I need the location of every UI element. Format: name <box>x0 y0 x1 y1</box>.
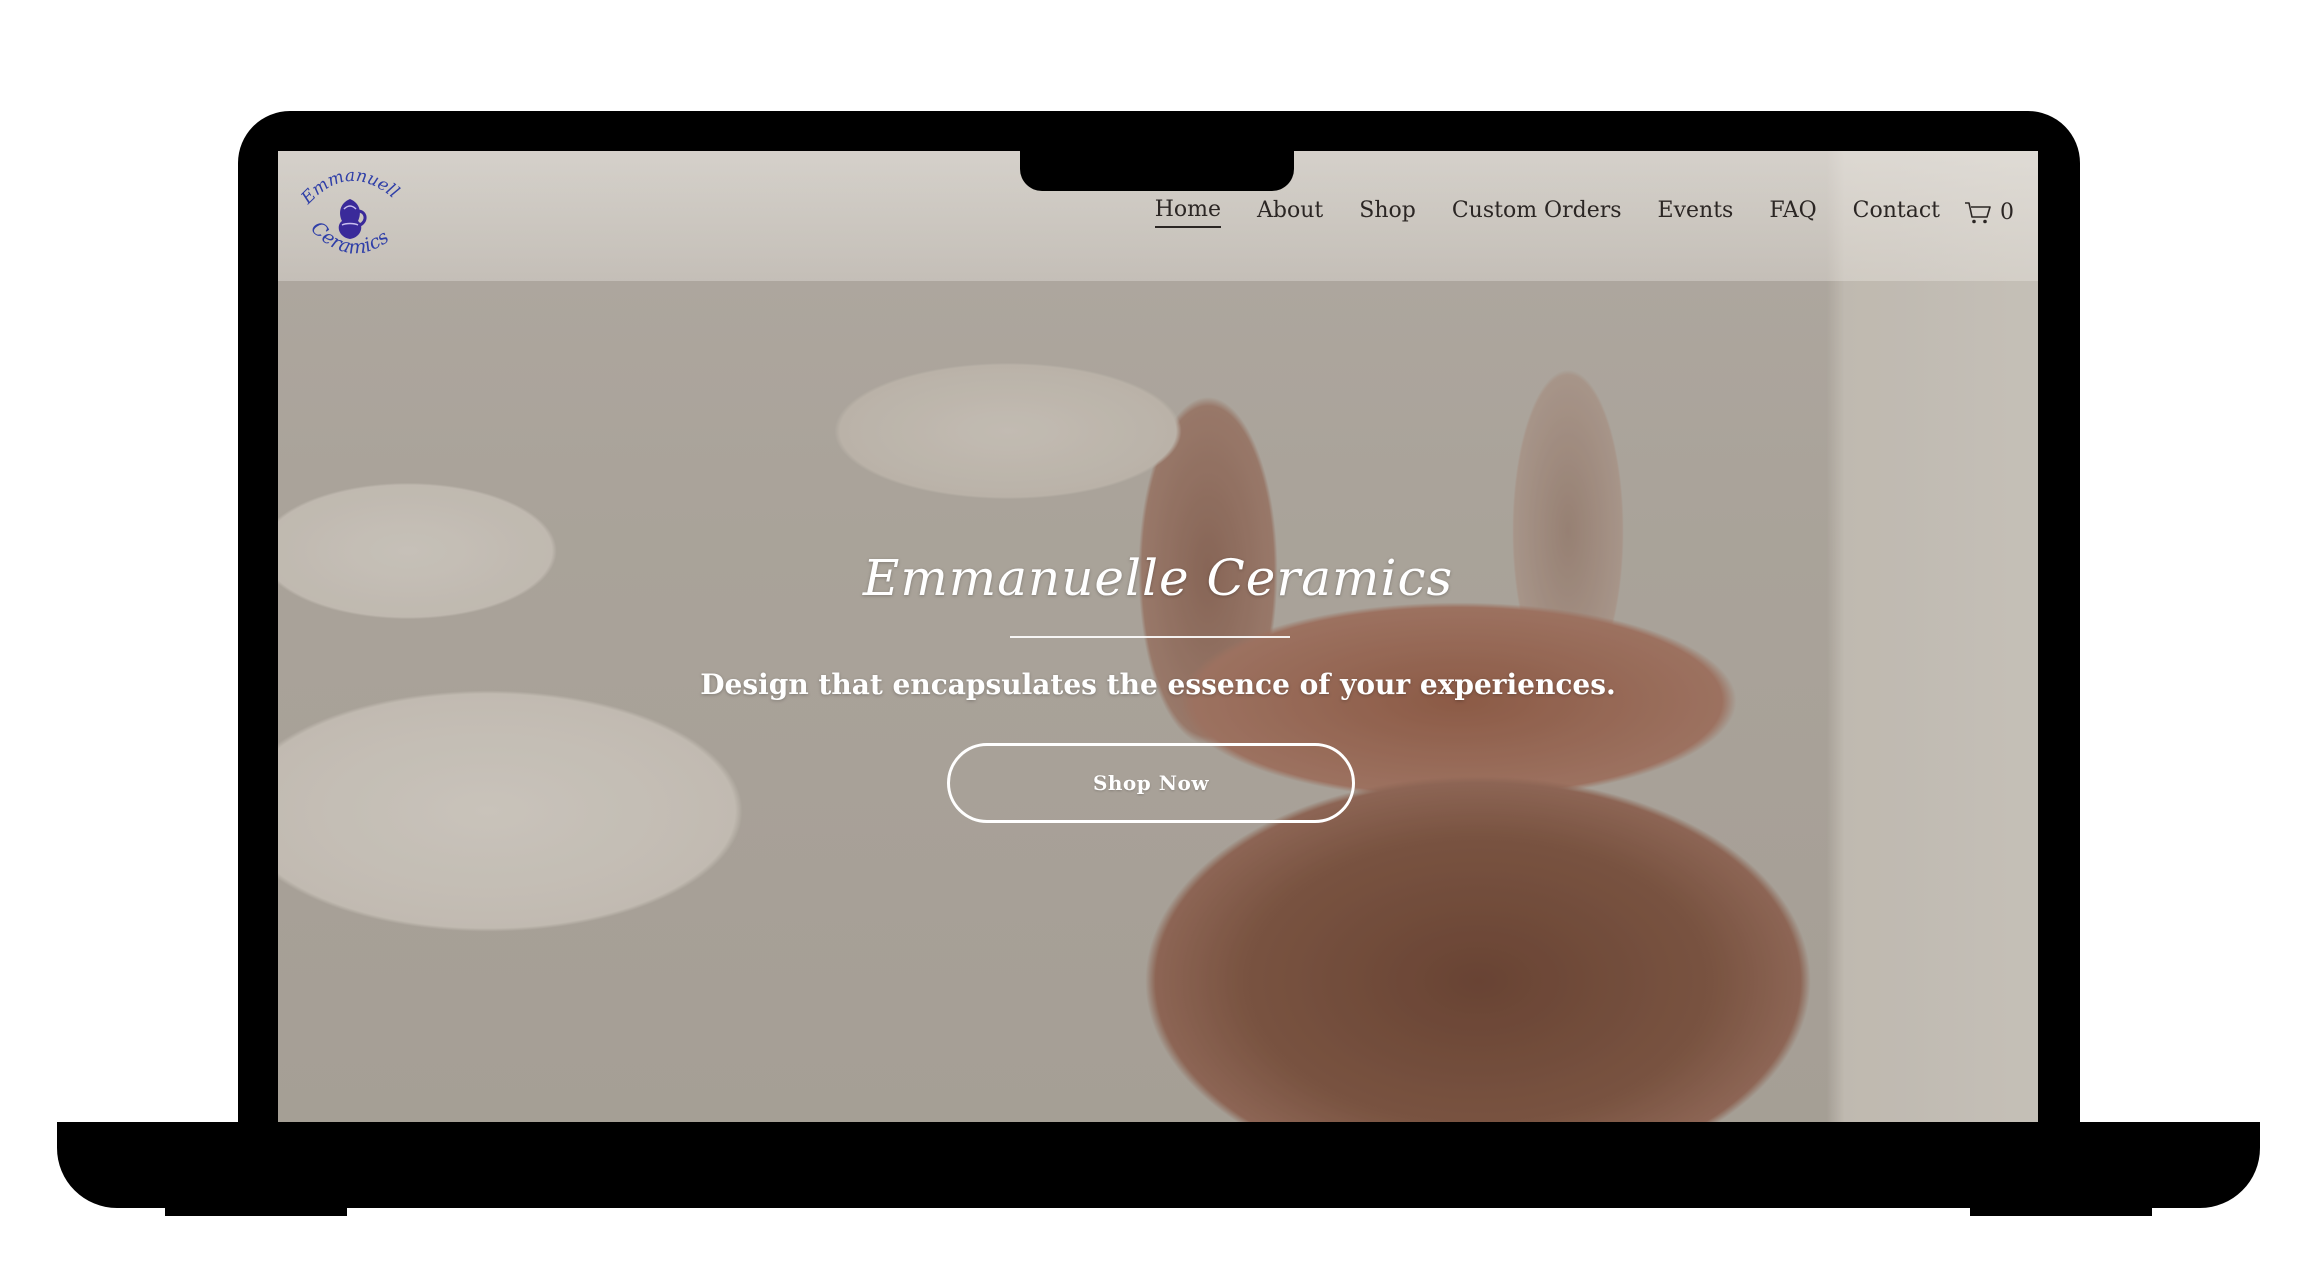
shop-now-button[interactable]: Shop Now <box>947 743 1355 823</box>
hero-title: Emmanuelle Ceramics <box>862 549 1454 607</box>
hero-tagline: Design that encapsulates the essence of … <box>700 668 1616 701</box>
hero-section: Emmanuelle Ceramics Design that encapsul… <box>278 151 2038 1122</box>
laptop-base <box>57 1122 2260 1208</box>
hero-divider <box>1010 636 1290 638</box>
camera-notch <box>1020 151 1294 191</box>
website-screen: Emmanuelle Ceramics Home About Shop Cust… <box>278 151 2038 1122</box>
mockup-stage: Emmanuelle Ceramics Home About Shop Cust… <box>0 0 2301 1265</box>
laptop-foot-right <box>1970 1204 2152 1216</box>
laptop-foot-left <box>165 1204 347 1216</box>
